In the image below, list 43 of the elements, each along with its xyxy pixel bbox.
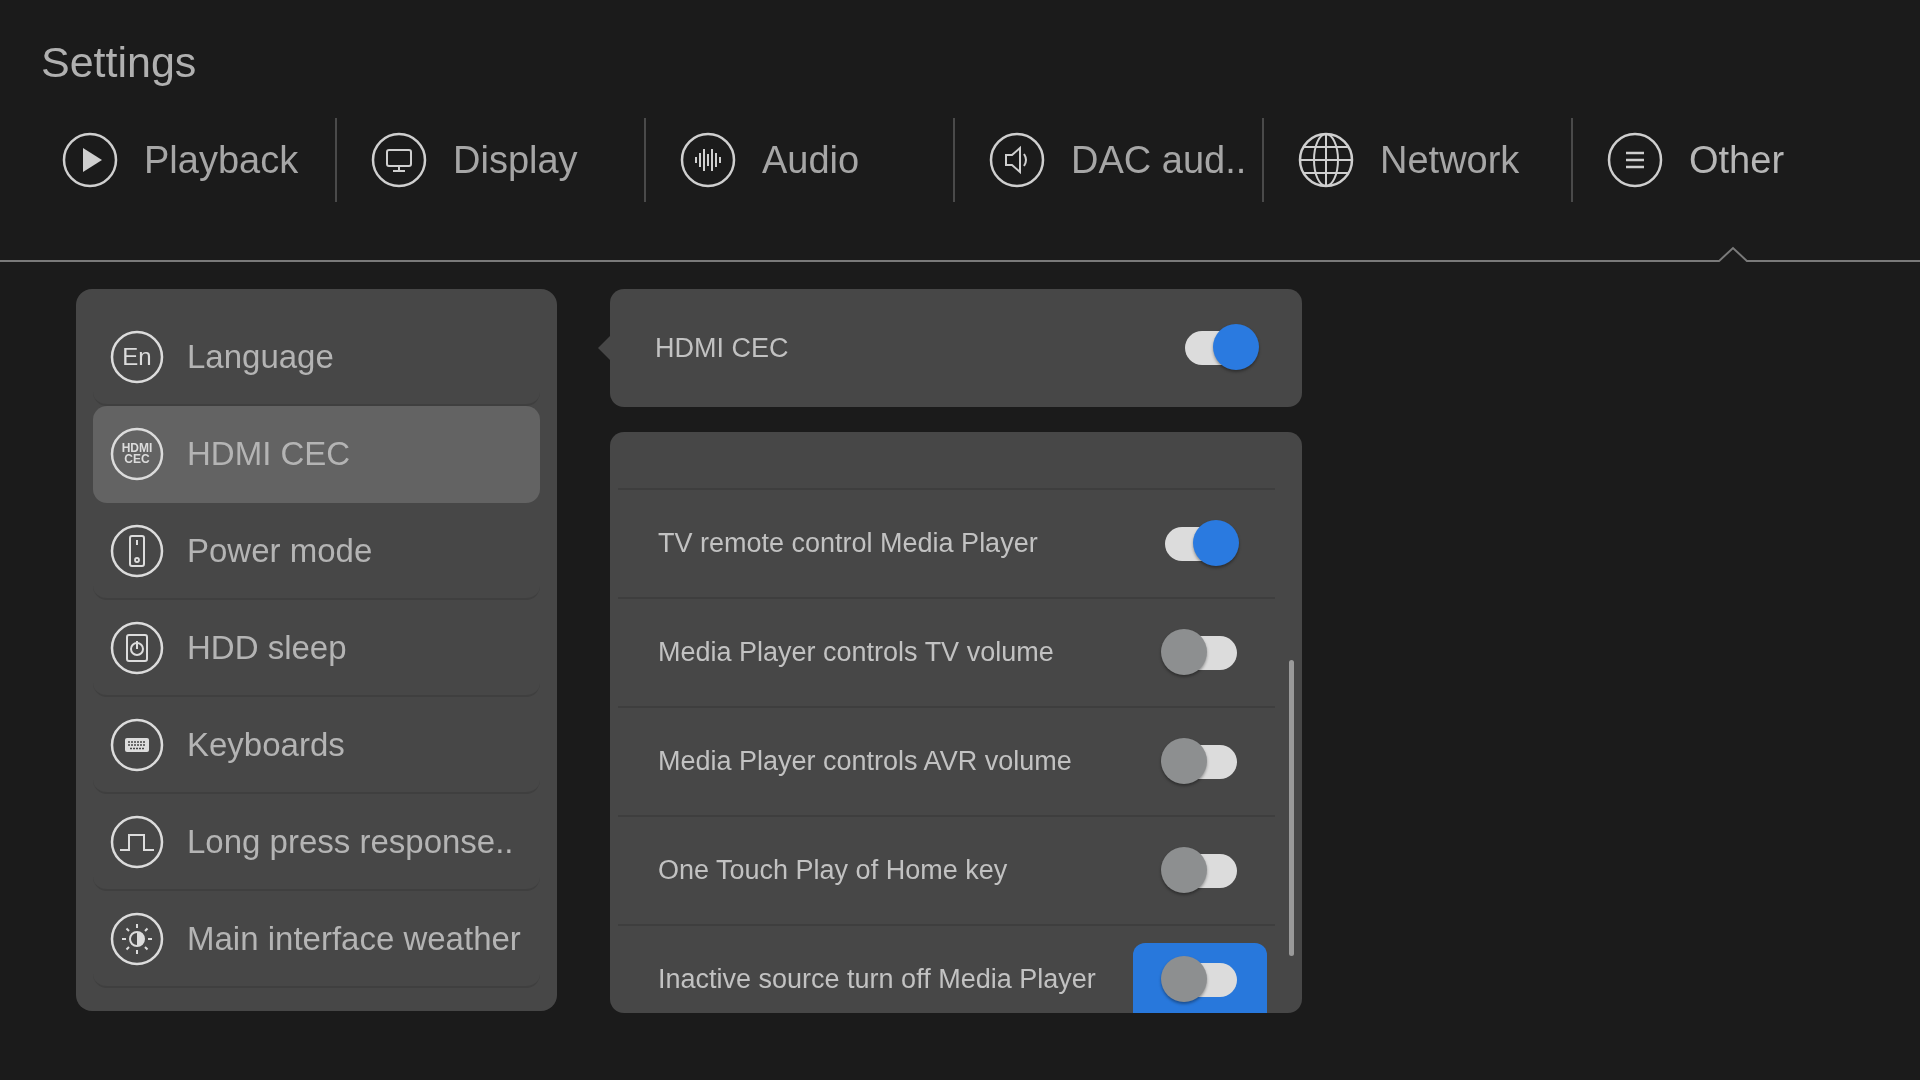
toggle-switch[interactable] <box>1161 737 1239 786</box>
menu-item[interactable]: HDD sleep <box>93 600 540 697</box>
menu-item-label: HDMI CEC <box>187 434 351 473</box>
menu-item-label: Main interface weather <box>187 919 521 958</box>
menu-icon <box>1607 132 1663 188</box>
menu-item-label: Keyboards <box>187 725 345 764</box>
play-icon <box>62 132 118 188</box>
category-tab[interactable]: Audio <box>646 118 955 202</box>
menu-item[interactable]: HDMI CEC HDMI CEC <box>93 406 540 503</box>
menu-item[interactable]: Main interface weather <box>93 891 540 988</box>
menu-item-label: Power mode <box>187 531 373 570</box>
option-label: One Touch Play of Home key <box>658 855 1008 886</box>
menu-item-label: HDD sleep <box>187 628 347 667</box>
category-tab[interactable]: Display <box>337 118 646 202</box>
speaker-icon <box>989 132 1045 188</box>
option-label: Media Player controls TV volume <box>658 637 1054 668</box>
toggle-switch[interactable] <box>1161 846 1239 895</box>
menu-item-label: Long press response.. <box>187 822 514 861</box>
monitor-icon <box>371 132 427 188</box>
category-tab[interactable]: Playback <box>28 118 337 202</box>
text-badge-icon: HDMI CEC <box>110 426 164 481</box>
menu-item[interactable]: Keyboards <box>93 697 540 794</box>
brightness-icon <box>110 911 164 966</box>
setting-label: HDMI CEC <box>655 332 789 364</box>
pulse-icon <box>110 814 164 869</box>
page-title: Settings <box>40 37 198 86</box>
sound-wave-icon <box>680 132 736 188</box>
globe-icon <box>1298 132 1354 188</box>
remote-icon <box>110 523 164 578</box>
option-label: Media Player controls AVR volume <box>658 746 1072 777</box>
category-tab[interactable]: DAC aud.. <box>955 118 1264 202</box>
toggle-switch[interactable] <box>1161 628 1239 677</box>
option-label: TV remote control Media Player <box>658 528 1038 559</box>
category-tab[interactable]: Other <box>1573 118 1882 202</box>
menu-item[interactable]: Long press response.. <box>93 794 540 891</box>
text-badge-icon: En <box>110 329 164 384</box>
toggle-switch[interactable] <box>1161 955 1239 1004</box>
keyboard-icon <box>110 717 164 772</box>
category-tab[interactable]: Network <box>1264 118 1573 202</box>
menu-item-label: Language <box>187 337 334 376</box>
menu-item[interactable]: Power mode <box>93 503 540 600</box>
hard-drive-icon <box>110 620 164 675</box>
option-label: Inactive source turn off Media Player <box>658 964 1096 995</box>
